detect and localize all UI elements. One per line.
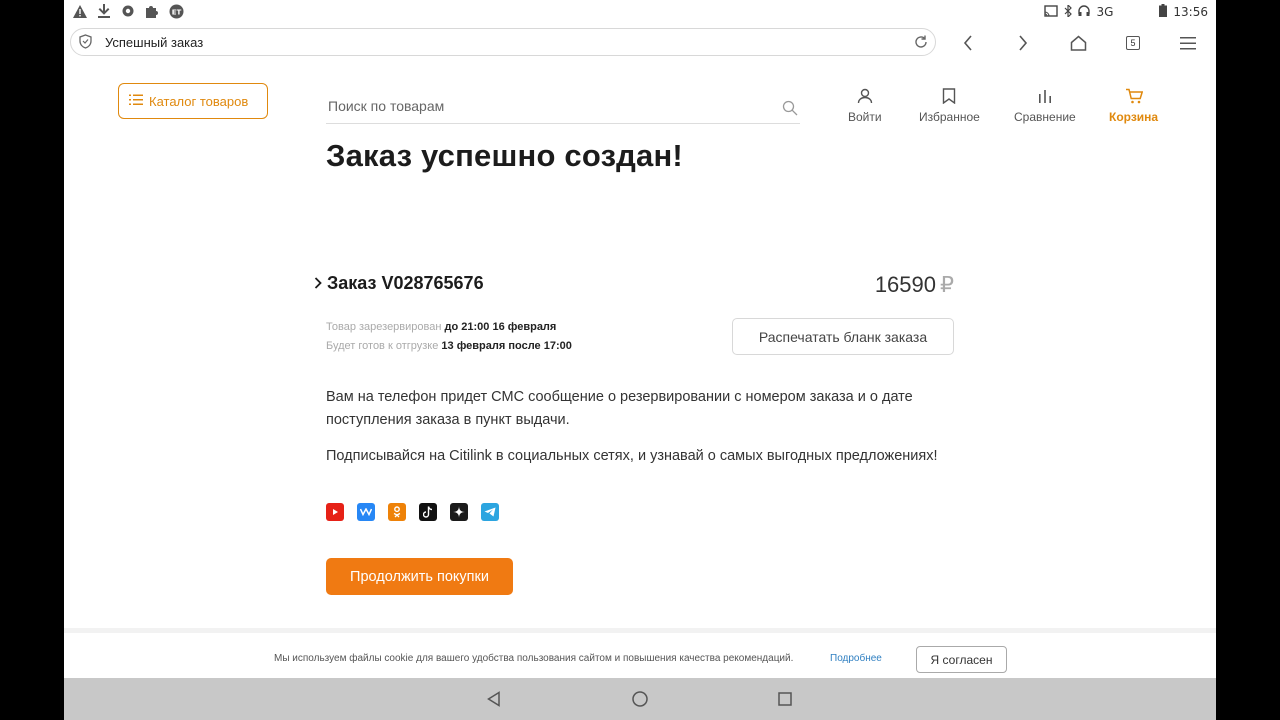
address-bar[interactable]: Успешный заказ (70, 28, 936, 56)
page-title-in-address-bar: Успешный заказ (105, 35, 204, 50)
catalog-button[interactable]: Каталог товаров (118, 83, 268, 119)
nav-cart[interactable]: Корзина (1109, 88, 1158, 124)
forward-icon[interactable] (1010, 30, 1036, 56)
nav-home-icon[interactable] (630, 689, 650, 709)
headphones-icon (1078, 4, 1091, 20)
dzen-icon[interactable] (450, 503, 468, 521)
cast-icon (1044, 4, 1059, 20)
search-bar (326, 92, 800, 124)
nav-favorites-label: Избранное (919, 110, 980, 124)
menu-icon[interactable] (1175, 30, 1201, 56)
cart-icon (1125, 88, 1143, 107)
system-nav-bar (64, 678, 1216, 720)
status-bar: ET 3G 13:56 (64, 0, 1216, 24)
compare-icon (1037, 88, 1053, 107)
home-icon[interactable] (1065, 30, 1091, 56)
tiktok-icon[interactable] (419, 503, 437, 521)
bookmark-icon (942, 88, 956, 107)
vk-icon[interactable] (357, 503, 375, 521)
cookie-banner: Мы используем файлы cookie для вашего уд… (64, 628, 1216, 678)
catalog-label: Каталог товаров (149, 93, 249, 109)
order-summary[interactable]: Заказ V028765676 16590 ₽ (314, 272, 954, 298)
shield-icon (79, 34, 92, 54)
youtube-icon[interactable] (326, 503, 344, 521)
chevron-right-icon[interactable] (314, 276, 322, 294)
bluetooth-icon (1064, 3, 1073, 20)
device-screen: ET 3G 13:56 Успешный заказ 5 Каталог тов… (64, 0, 1216, 720)
social-links (326, 503, 499, 521)
print-order-button[interactable]: Распечатать бланк заказа (732, 318, 954, 355)
search-icon[interactable] (782, 100, 798, 121)
nav-compare[interactable]: Сравнение (1014, 88, 1076, 124)
cookie-text: Мы используем файлы cookie для вашего уд… (274, 653, 794, 664)
ready-label: Будет готов к отгрузке (326, 340, 439, 352)
social-invite: Подписывайся на Citilink в социальных се… (326, 448, 938, 464)
status-icons-left: ET (72, 3, 184, 19)
list-icon (129, 94, 143, 109)
order-number[interactable]: Заказ V028765676 (327, 273, 484, 294)
telegram-icon[interactable] (481, 503, 499, 521)
page-title: Заказ успешно создан! (326, 138, 683, 173)
sms-notice: Вам на телефон придет СМС сообщение о ре… (326, 389, 913, 428)
nav-back-icon[interactable] (484, 689, 504, 709)
vpn-icon (120, 3, 136, 19)
nav-login-label: Войти (848, 110, 882, 124)
battery-icon (1159, 4, 1168, 20)
order-price-value: 16590 (874, 272, 936, 297)
ready-info: Будет готов к отгрузке 13 февраля после … (326, 340, 572, 352)
order-price: 16590 ₽ (875, 272, 954, 298)
network-label: 3G (1096, 5, 1114, 19)
clock: 13:56 (1173, 5, 1208, 19)
continue-shopping-button[interactable]: Продолжить покупки (326, 558, 513, 595)
back-icon[interactable] (955, 30, 981, 56)
warning-icon (72, 3, 88, 19)
cookie-accept-button[interactable]: Я согласен (916, 646, 1007, 673)
download-icon (96, 3, 112, 19)
nav-cart-label: Корзина (1109, 110, 1159, 124)
puzzle-icon (144, 3, 160, 19)
reservation-info: Товар зарезервирован до 21:00 16 февраля (326, 321, 556, 333)
nav-compare-label: Сравнение (1014, 110, 1076, 124)
reserved-label: Товар зарезервирован (326, 321, 442, 333)
nav-favorites[interactable]: Избранное (919, 88, 980, 124)
ready-value: 13 февраля после 17:00 (441, 340, 572, 352)
tabs-button[interactable]: 5 (1120, 30, 1146, 56)
reserved-value: до 21:00 16 февраля (444, 321, 557, 333)
tab-count: 5 (1126, 36, 1140, 50)
status-icons-right: 3G 13:56 (1044, 3, 1208, 20)
nav-login[interactable]: Войти (848, 88, 882, 124)
user-icon (857, 88, 873, 107)
search-input[interactable] (328, 98, 768, 114)
currency-symbol: ₽ (940, 272, 954, 297)
odnoklassniki-icon[interactable] (388, 503, 406, 521)
et-icon: ET (168, 3, 184, 19)
et-label: ET (171, 8, 181, 16)
reload-icon[interactable] (913, 34, 929, 55)
cookie-more-link[interactable]: Подробнее (830, 653, 882, 664)
nav-recents-icon[interactable] (775, 689, 795, 709)
browser-toolbar: Успешный заказ 5 (64, 24, 1216, 62)
